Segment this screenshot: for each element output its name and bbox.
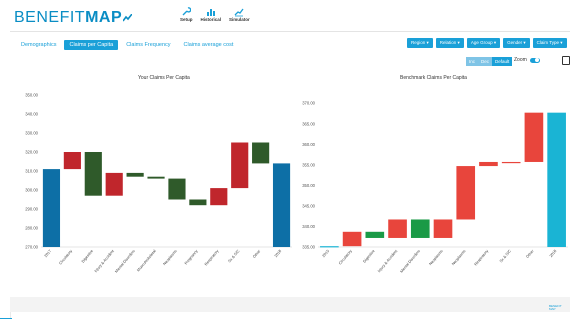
x-tick-label: Respiratory: [474, 249, 490, 267]
x-tick-label: Neoplasms: [451, 249, 466, 266]
waterfall-bar: [388, 219, 407, 238]
y-tick-label: 370.00: [302, 101, 315, 106]
waterfall-bar: [547, 112, 566, 248]
waterfall-bar: [479, 161, 498, 167]
waterfall-bar: [320, 246, 339, 248]
y-tick-label: 320.00: [25, 150, 38, 155]
y-tick-label: 355.00: [302, 162, 315, 167]
x-tick-label: Circulatory: [338, 249, 353, 266]
waterfall-bar: [501, 161, 521, 164]
x-tick-label: Neoplasms: [428, 249, 443, 266]
x-tick-label: Digestive: [362, 249, 375, 264]
waterfall-bar: [524, 112, 544, 162]
waterfall-bar: [168, 178, 186, 200]
y-tick-label: 330.00: [25, 131, 38, 136]
waterfall-bar: [84, 152, 102, 196]
waterfall-bar: [189, 199, 207, 206]
y-tick-label: 300.00: [25, 188, 38, 193]
x-tick-label: Neoplasms: [162, 249, 177, 266]
y-tick-label: 340.00: [25, 112, 38, 117]
waterfall-bar: [210, 188, 228, 206]
x-tick-label: 2018: [274, 249, 282, 258]
x-tick-label: Injury & Accident: [377, 248, 399, 273]
x-tick-label: Mental Disorders: [400, 249, 422, 274]
y-tick-label: 340.00: [302, 224, 315, 229]
waterfall-bar: [272, 163, 291, 247]
y-tick-label: 360.00: [302, 142, 315, 147]
y-tick-label: 365.00: [302, 121, 315, 126]
footer-logo: BENEFIT MAP: [549, 305, 562, 311]
waterfall-bar: [126, 172, 144, 177]
bottom-band: [10, 297, 570, 312]
y-tick-label: 280.00: [25, 226, 38, 231]
x-tick-label: Pregnancy: [184, 249, 199, 266]
y-tick-label: 290.00: [25, 207, 38, 212]
x-tick-label: Respiratory: [204, 249, 220, 267]
waterfall-bar: [433, 219, 453, 238]
x-tick-label: Digestive: [81, 249, 94, 264]
waterfall-bar: [410, 219, 430, 238]
x-tick-label: Mental Disorders: [114, 249, 136, 274]
x-tick-label: 2015: [322, 249, 330, 258]
y-tick-label: 350.00: [302, 183, 315, 188]
waterfall-bar: [365, 231, 385, 238]
x-tick-label: Musculoskeletal: [136, 249, 157, 272]
x-tick-label: Circulatory: [58, 249, 73, 266]
y-tick-label: 310.00: [25, 169, 38, 174]
y-tick-label: 270.00: [25, 245, 38, 250]
waterfall-bar: [42, 169, 61, 247]
x-tick-label: 2018: [549, 249, 557, 258]
waterfall-bar: [63, 152, 81, 170]
waterfall-bar: [456, 166, 476, 220]
x-tick-label: Sx & S/C: [228, 249, 241, 264]
x-tick-label: Sx & S/C: [499, 249, 512, 264]
your-claims-chart: 270.00 280.00 290.00 300.00 310.00 320.00 330.…: [25, 93, 568, 274]
waterfall-bar: [252, 142, 270, 164]
y-tick-label: 335.00: [302, 245, 315, 250]
x-tick-label: Injury & Accident: [94, 248, 116, 273]
waterfall-bar: [147, 176, 165, 179]
x-tick-label: 2017: [44, 249, 52, 258]
x-tick-label: Other: [526, 249, 536, 259]
y-tick-label: 345.00: [302, 203, 315, 208]
waterfall-bar: [105, 172, 123, 196]
x-tick-label: Other: [252, 249, 262, 259]
y-tick-label: 350.00: [25, 93, 38, 98]
footer-logo-line2: MAP: [549, 307, 556, 311]
waterfall-bar: [342, 231, 362, 247]
waterfall-bar: [231, 142, 249, 189]
